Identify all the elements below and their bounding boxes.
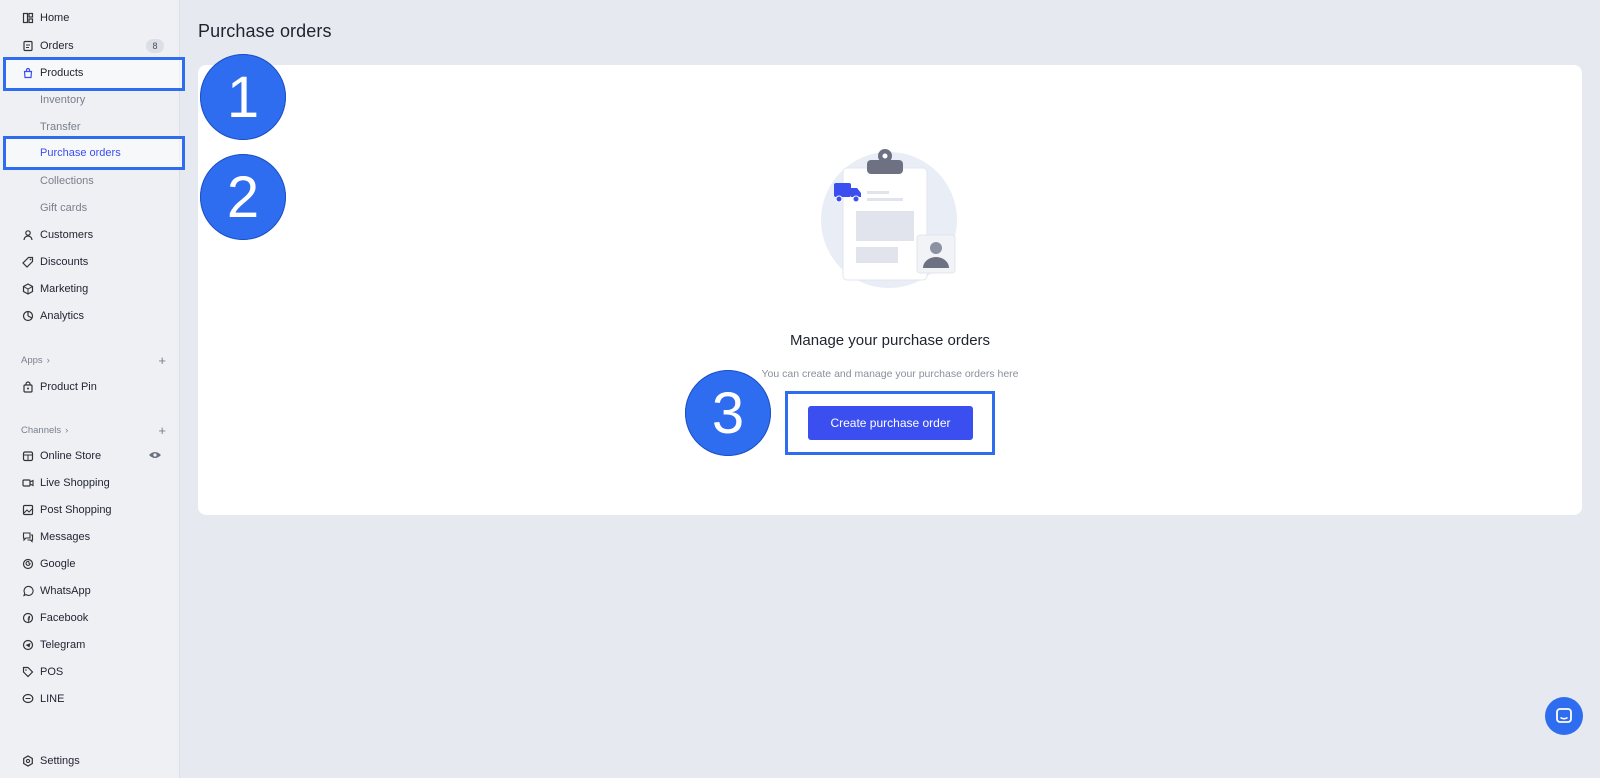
cube-icon bbox=[22, 283, 34, 295]
sidebar-item-purchase-orders[interactable]: Purchase orders bbox=[0, 141, 180, 165]
pos-tag-icon bbox=[22, 666, 34, 678]
sidebar-item-label: WhatsApp bbox=[40, 585, 91, 597]
sidebar-item-label: Transfer bbox=[40, 121, 81, 133]
eye-icon[interactable] bbox=[148, 450, 162, 463]
sidebar-item-label: Product Pin bbox=[40, 381, 97, 393]
sidebar-item-messages[interactable]: Messages bbox=[0, 525, 180, 549]
sidebar-item-label: Customers bbox=[40, 229, 94, 241]
sidebar-item-gift-cards[interactable]: Gift cards bbox=[0, 196, 180, 220]
sidebar-item-label: Analytics bbox=[40, 310, 85, 322]
apps-section-header[interactable]: Apps › + bbox=[21, 353, 166, 368]
sidebar-item-label: Home bbox=[40, 12, 70, 24]
channels-section-header[interactable]: Channels › + bbox=[21, 423, 166, 438]
empty-state-subtitle: You can create and manage your purchase … bbox=[761, 368, 1019, 380]
add-app-icon[interactable]: + bbox=[158, 353, 166, 368]
empty-state-title: Manage your purchase orders bbox=[789, 332, 991, 349]
orders-icon bbox=[22, 40, 34, 52]
lock-bag-icon bbox=[22, 381, 34, 393]
sidebar-item-label: Facebook bbox=[40, 612, 89, 624]
chat-icon bbox=[1556, 708, 1572, 723]
sidebar-item-settings[interactable]: Settings bbox=[0, 749, 180, 773]
sidebar-item-label: POS bbox=[40, 666, 64, 678]
chat-bubbles-icon bbox=[22, 531, 34, 543]
apps-heading: Apps bbox=[21, 355, 43, 366]
sidebar-item-analytics[interactable]: Analytics bbox=[0, 304, 180, 328]
sidebar-item-post-shopping[interactable]: Post Shopping bbox=[0, 498, 180, 522]
page-title: Purchase orders bbox=[198, 21, 332, 41]
sidebar-item-pos[interactable]: POS bbox=[0, 660, 180, 684]
purchase-order-illustration bbox=[821, 149, 957, 288]
sidebar-item-label: Orders bbox=[40, 40, 74, 52]
sidebar-item-home[interactable]: Home bbox=[0, 6, 180, 30]
sidebar-item-product-pin[interactable]: Product Pin bbox=[0, 375, 180, 399]
sidebar-item-inventory[interactable]: Inventory bbox=[0, 88, 180, 112]
add-channel-icon[interactable]: + bbox=[158, 423, 166, 438]
sidebar-item-customers[interactable]: Customers bbox=[0, 223, 180, 247]
shopping-bag-icon bbox=[22, 67, 34, 79]
sidebar-item-label: Post Shopping bbox=[40, 504, 112, 516]
create-purchase-order-button[interactable]: Create purchase order bbox=[808, 406, 973, 440]
sidebar-item-online-store[interactable]: Online Store bbox=[0, 444, 180, 468]
sidebar-item-google[interactable]: Google bbox=[0, 552, 180, 576]
whatsapp-icon bbox=[22, 585, 34, 597]
sidebar-item-label: Telegram bbox=[40, 639, 86, 651]
telegram-icon bbox=[22, 639, 34, 651]
sidebar-item-label: LINE bbox=[40, 693, 65, 705]
sidebar: Home Orders 8 Products Inventory Transfe… bbox=[0, 0, 185, 778]
sidebar-item-whatsapp[interactable]: WhatsApp bbox=[0, 579, 180, 603]
google-icon bbox=[22, 558, 34, 570]
sidebar-item-live-shopping[interactable]: Live Shopping bbox=[0, 471, 180, 495]
sidebar-item-collections[interactable]: Collections bbox=[0, 169, 180, 193]
sidebar-item-marketing[interactable]: Marketing bbox=[0, 277, 180, 301]
sidebar-item-label: Purchase orders bbox=[40, 147, 121, 159]
channels-heading: Channels bbox=[21, 425, 62, 436]
sidebar-item-label: Products bbox=[40, 67, 84, 79]
line-app-icon bbox=[22, 693, 34, 705]
sidebar-item-orders[interactable]: Orders 8 bbox=[0, 34, 180, 58]
sidebar-item-label: Gift cards bbox=[40, 202, 88, 214]
orders-count-badge: 8 bbox=[146, 39, 164, 53]
sidebar-item-products[interactable]: Products bbox=[0, 61, 180, 85]
chevron-right-icon: › bbox=[46, 355, 50, 366]
chat-support-button[interactable] bbox=[1545, 697, 1583, 735]
video-icon bbox=[22, 477, 34, 489]
sidebar-item-label: Live Shopping bbox=[40, 477, 110, 489]
sidebar-item-label: Collections bbox=[40, 175, 94, 187]
step-marker-1: 1 bbox=[200, 54, 286, 140]
sidebar-item-line[interactable]: LINE bbox=[0, 687, 180, 711]
sidebar-item-telegram[interactable]: Telegram bbox=[0, 633, 180, 657]
tag-icon bbox=[22, 256, 34, 268]
gear-icon bbox=[22, 755, 34, 767]
sidebar-item-label: Inventory bbox=[40, 94, 86, 106]
chevron-right-icon: › bbox=[65, 425, 69, 436]
sidebar-item-label: Marketing bbox=[40, 283, 89, 295]
store-icon bbox=[22, 450, 34, 462]
sidebar-item-label: Messages bbox=[40, 531, 91, 543]
sidebar-item-label: Discounts bbox=[40, 256, 89, 268]
facebook-icon bbox=[22, 612, 34, 624]
sidebar-item-label: Settings bbox=[40, 755, 80, 767]
sidebar-item-discounts[interactable]: Discounts bbox=[0, 250, 180, 274]
sidebar-item-label: Google bbox=[40, 558, 76, 570]
step-marker-2: 2 bbox=[200, 154, 286, 240]
home-icon bbox=[22, 12, 34, 24]
pie-chart-icon bbox=[22, 310, 34, 322]
person-icon bbox=[22, 229, 34, 241]
sidebar-item-facebook[interactable]: Facebook bbox=[0, 606, 180, 630]
step-marker-3: 3 bbox=[685, 370, 771, 456]
image-icon bbox=[22, 504, 34, 516]
sidebar-item-label: Online Store bbox=[40, 450, 102, 462]
